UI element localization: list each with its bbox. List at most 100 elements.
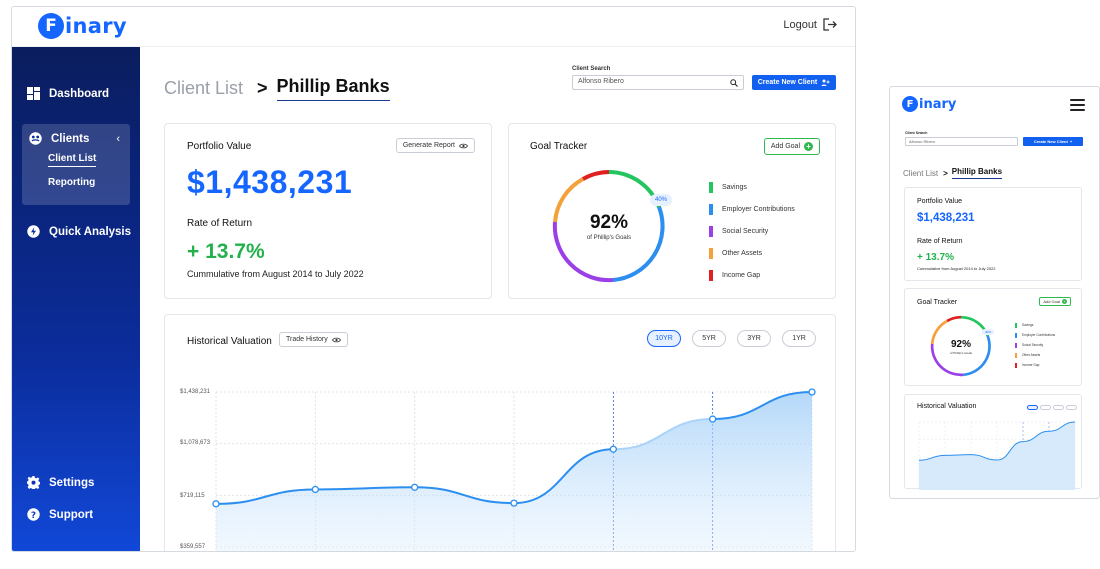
client-search-input[interactable]: Alfonso Ribero	[905, 137, 1018, 146]
portfolio-card: Portfolio Value $1,438,231 Rate of Retur…	[904, 187, 1082, 281]
goal-percent: 92%	[950, 339, 971, 350]
sidebar-item-support[interactable]: ? Support	[27, 508, 93, 521]
sidebar-item-client-list[interactable]: Client List	[48, 153, 97, 167]
ror-value: + 13.7%	[917, 252, 954, 263]
goal-tracker-card: Goal Tracker Add Goal + 92% of Phillip's …	[904, 288, 1082, 386]
dashboard-icon	[27, 87, 40, 100]
desktop-frame: F inary Logout Dashboard Clients ‹ Clien…	[11, 6, 856, 552]
create-new-client-button[interactable]: Create New Client +	[1023, 137, 1083, 146]
plus-icon: +	[804, 142, 813, 151]
legend-item: Income Gap	[1015, 360, 1055, 370]
data-point[interactable]	[709, 415, 717, 423]
goal-badge: 40%	[650, 194, 672, 206]
data-point[interactable]	[311, 485, 319, 494]
ror-value: + 13.7%	[187, 240, 265, 263]
create-button-label: Create New Client	[1033, 139, 1068, 144]
search-label: Client Search	[905, 131, 928, 135]
goal-badge: 40%	[982, 329, 994, 335]
sidebar-item-reporting[interactable]: Reporting	[48, 177, 95, 188]
mobile-frame: F inary Client Search Alfonso Ribero Cre…	[889, 86, 1100, 499]
search-value: Alfonso Ribero	[578, 78, 624, 85]
ror-title: Rate of Return	[917, 238, 963, 245]
ror-note: Cummulative from August 2014 to July 202…	[917, 266, 996, 271]
portfolio-value: $1,438,231	[917, 212, 975, 224]
gear-icon	[27, 476, 40, 489]
svg-text:?: ?	[31, 511, 36, 521]
legend-item: Other Assets	[709, 242, 795, 264]
breadcrumb-parent[interactable]: Client List	[903, 169, 938, 178]
historical-chart-mini	[918, 421, 1076, 490]
add-goal-button[interactable]: Add Goal +	[763, 138, 820, 155]
logo-wordmark: inary	[65, 14, 127, 38]
ror-title: Rate of Return	[187, 218, 253, 229]
chevron-left-icon[interactable]: ‹	[116, 133, 120, 145]
goal-percent: 92%	[589, 212, 629, 233]
create-new-client-button[interactable]: Create New Client	[752, 75, 836, 90]
add-user-icon	[821, 79, 830, 86]
add-goal-label: Add Goal	[1043, 299, 1060, 304]
logout-icon	[823, 18, 837, 31]
data-point[interactable]	[411, 483, 419, 491]
search-label: Client Search	[572, 66, 611, 72]
logout-button[interactable]: Logout	[783, 18, 837, 31]
search-value: Alfonso Ribero	[909, 139, 936, 144]
generate-report-label: Generate Report	[402, 142, 455, 149]
sidebar-item-label: Support	[49, 508, 94, 521]
sidebar-item-quick-analysis[interactable]: Quick Analysis	[27, 225, 131, 238]
add-goal-label: Add Goal	[770, 143, 800, 150]
portfolio-title: Portfolio Value	[917, 198, 963, 205]
legend-item: Social Security	[709, 220, 795, 242]
finary-logo[interactable]: F inary	[902, 96, 956, 112]
sidebar: Dashboard Clients ‹ Client List Reportin…	[12, 47, 140, 551]
goal-subtitle: of Phillip's Goals	[949, 351, 973, 355]
goal-tracker-title: Goal Tracker	[530, 141, 588, 152]
sidebar-item-label: Settings	[49, 476, 95, 489]
top-bar: F inary Logout	[12, 7, 855, 47]
sidebar-item-label: Dashboard	[49, 87, 110, 100]
logo-mark: F	[38, 13, 64, 39]
historical-card: Historical Valuation	[904, 394, 1082, 490]
goal-subtitle: of Phillip's Goals	[586, 235, 632, 241]
legend-item: Savings	[1015, 320, 1055, 330]
breadcrumb-current: Phillip Banks	[951, 167, 1003, 179]
plus-icon: +	[1062, 299, 1067, 304]
sidebar-item-clients[interactable]: Clients	[29, 132, 89, 145]
breadcrumb-parent[interactable]: Client List	[164, 78, 243, 99]
sidebar-item-label: Quick Analysis	[49, 225, 132, 238]
legend-item: Savings	[709, 176, 795, 198]
legend-item: Social Security	[1015, 340, 1055, 350]
breadcrumb-current: Phillip Banks	[276, 76, 390, 101]
portfolio-title: Portfolio Value	[187, 141, 252, 152]
logo-mark: F	[902, 96, 918, 112]
logo-wordmark: inary	[919, 96, 957, 112]
sidebar-item-settings[interactable]: Settings	[27, 476, 94, 489]
goal-tracker-card: Goal Tracker Add Goal + 92% of Phillip's…	[508, 123, 836, 299]
generate-report-button[interactable]: Generate Report	[395, 138, 475, 153]
portfolio-value: $1,438,231	[187, 164, 353, 200]
eye-icon	[459, 143, 468, 148]
add-goal-button[interactable]: Add Goal +	[1039, 297, 1071, 306]
bolt-icon	[27, 225, 40, 238]
clients-icon	[29, 132, 42, 145]
historical-chart	[212, 388, 816, 551]
legend-item: Employer Contributions	[709, 198, 795, 220]
logout-label: Logout	[783, 18, 817, 31]
breadcrumb-separator: >	[257, 78, 268, 98]
clients-group: Clients ‹ Client List Reporting	[22, 124, 130, 205]
sidebar-item-label: Clients	[51, 132, 90, 145]
data-point[interactable]	[212, 500, 220, 508]
historical-card: Historical Valuation Trade History 10YR …	[164, 314, 836, 551]
breadcrumb: Client List > Phillip Banks	[903, 167, 1003, 179]
help-icon: ?	[27, 508, 40, 521]
data-point[interactable]	[609, 445, 617, 453]
finary-logo[interactable]: F inary	[38, 13, 127, 39]
legend-item: Employer Contributions	[1015, 330, 1055, 340]
search-icon[interactable]	[730, 79, 738, 87]
sidebar-item-dashboard[interactable]: Dashboard	[27, 87, 109, 100]
data-point[interactable]	[510, 499, 518, 507]
ror-note: Cummulative from August 2014 to July 202…	[187, 269, 364, 279]
breadcrumb: Client List > Phillip Banks	[164, 76, 390, 101]
hamburger-icon[interactable]	[1070, 99, 1085, 114]
client-search-input[interactable]: Alfonso Ribero	[572, 75, 744, 90]
data-point[interactable]	[808, 388, 816, 396]
